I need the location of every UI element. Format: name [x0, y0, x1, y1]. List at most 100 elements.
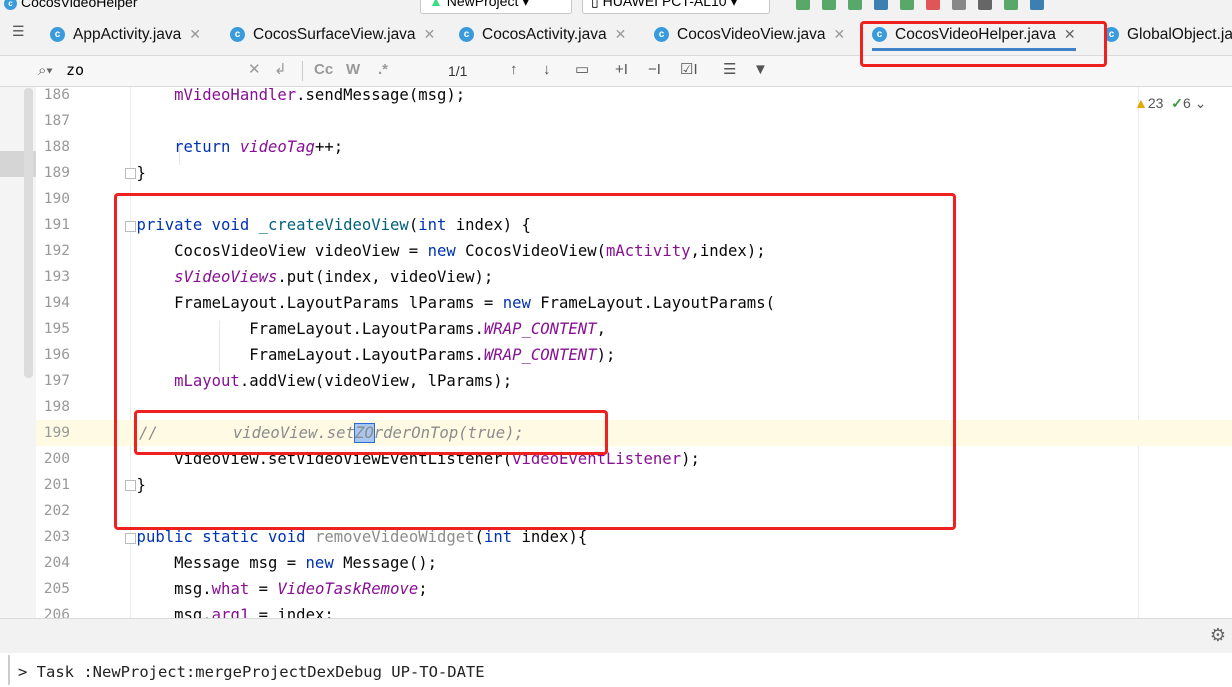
code-line-204: 204 Message msg = new Message(); — [36, 550, 1232, 576]
new-line-icon[interactable]: ↲ — [274, 61, 287, 79]
sdk-manager-icon[interactable] — [1004, 0, 1018, 10]
tab-appactivity[interactable]: c AppActivity.java ✕ — [50, 14, 201, 55]
tab-cocossurfaceview[interactable]: c CocosSurfaceView.java ✕ — [230, 14, 435, 55]
match-case-button[interactable]: Cc — [314, 61, 333, 79]
line-number: 187 — [43, 113, 70, 129]
code-line-205: 205 msg.what = VideoTaskRemove; — [36, 576, 1232, 602]
warning-count: 23 — [1147, 95, 1164, 111]
line-number: 196 — [43, 347, 70, 363]
check-icon: ✓ — [1171, 95, 1183, 111]
line-number: 203 — [43, 529, 70, 545]
code-line-189: 189 } — [36, 160, 1232, 186]
line-number: 194 — [43, 295, 70, 311]
title-bar: c CocosVideoHelper ▲ NewProject ▾ ▯ HUAWE… — [0, 0, 1232, 14]
rerun-icon[interactable] — [796, 0, 810, 10]
window-title-text: CocosVideoHelper — [21, 0, 138, 10]
code-line-188: 188 return videoTag++; — [36, 134, 1232, 160]
project-scrollbar[interactable] — [24, 88, 33, 378]
code-text: msg.what = VideoTaskRemove; — [99, 580, 428, 598]
add-occurrence-icon[interactable]: +I — [615, 61, 628, 79]
window-title: c CocosVideoHelper — [4, 0, 137, 10]
tab-label: CocosVideoView.java — [677, 25, 826, 43]
annotation-box-active-tab — [860, 21, 1107, 67]
class-icon: c — [230, 27, 245, 42]
annotation-box-commented-line — [134, 410, 608, 455]
in-selection-icon[interactable]: ▭ — [575, 61, 589, 79]
close-icon[interactable]: ✕ — [834, 26, 846, 43]
select-all-occurrences-icon[interactable]: ☑I — [680, 61, 698, 79]
match-count: 1/1 — [448, 63, 468, 79]
build-output-panel: ⚙ > Task :NewProject:mergeProjectDexDebu… — [0, 618, 1232, 687]
debug-icon[interactable] — [874, 0, 888, 10]
regex-button[interactable]: .* — [378, 61, 388, 79]
annotation-box-method — [114, 193, 956, 530]
line-number: 206 — [43, 607, 70, 618]
tabs-menu-icon[interactable]: ☰ — [12, 24, 26, 38]
line-number: 193 — [43, 269, 70, 285]
console-gutter — [8, 655, 10, 685]
tab-label: CocosSurfaceView.java — [253, 25, 416, 43]
line-number: 201 — [43, 477, 70, 493]
code-text: mVideoHandler.sendMessage(msg); — [99, 87, 466, 104]
close-icon[interactable]: ✕ — [424, 26, 436, 43]
weak-warning-count: 6 — [1182, 95, 1191, 111]
next-occurrence-icon[interactable]: ↓ — [543, 61, 551, 79]
tab-globalobject[interactable]: cGlobalObject.java — [1104, 14, 1232, 55]
inspection-widget[interactable]: ▲23 ✓6 ⌄ — [1134, 95, 1206, 112]
chevron-down-icon: ⌄ — [1194, 95, 1207, 111]
previous-occurrence-icon[interactable]: ↑ — [510, 61, 518, 79]
divider — [302, 61, 303, 81]
search-input[interactable] — [66, 59, 244, 81]
tab-label: AppActivity.java — [73, 25, 182, 43]
line-number: 197 — [43, 373, 70, 389]
layout-inspector-icon[interactable] — [1030, 0, 1044, 10]
gear-icon[interactable]: ⚙ — [1210, 625, 1226, 646]
line-number: 205 — [43, 581, 70, 597]
fold-marker-icon[interactable] — [125, 533, 136, 544]
console-output-line: > Task :NewProject:mergeProjectDexDebug … — [18, 663, 485, 681]
remove-occurrence-icon[interactable]: −I — [648, 61, 661, 79]
tab-cocosactivity[interactable]: c CocosActivity.java ✕ — [459, 14, 626, 55]
search-icon[interactable]: ⌕▾ — [38, 62, 53, 79]
tab-label: CocosActivity.java — [482, 25, 607, 43]
warning-icon: ▲ — [1134, 95, 1148, 111]
line-number: 200 — [43, 451, 70, 467]
code-text: Message msg = new Message(); — [99, 554, 437, 572]
class-icon: c — [654, 27, 669, 42]
line-number: 190 — [43, 191, 70, 207]
line-number: 188 — [43, 139, 70, 155]
close-icon[interactable]: ✕ — [189, 26, 201, 43]
fold-marker-icon[interactable] — [125, 168, 136, 179]
line-number: 186 — [43, 87, 70, 103]
android-icon: ▲ — [429, 0, 447, 9]
run-config-label: NewProject — [446, 0, 519, 9]
class-icon: c — [459, 27, 474, 42]
code-text: msg.arg1 = index; — [99, 606, 334, 618]
device-selector[interactable]: ▯ HUAWEI PCT-AL10 ▾ — [582, 0, 770, 14]
avd-manager-icon[interactable] — [978, 0, 992, 10]
line-number: 198 — [43, 399, 70, 415]
sync-icon[interactable] — [952, 0, 966, 10]
line-number: 195 — [43, 321, 70, 337]
apply-code-changes-icon[interactable] — [848, 0, 862, 10]
run-config-selector[interactable]: ▲ NewProject ▾ — [420, 0, 572, 14]
attach-debugger-icon[interactable] — [900, 0, 914, 10]
clear-icon[interactable]: ✕ — [248, 61, 261, 79]
line-number: 192 — [43, 243, 70, 259]
toolbar-icons — [796, 0, 1044, 10]
tab-cocosvideoview[interactable]: c CocosVideoView.java ✕ — [654, 14, 845, 55]
filter-options-icon[interactable]: ☰ — [723, 61, 736, 79]
panel-header: ⚙ — [0, 619, 1232, 653]
device-label: HUAWEI PCT-AL10 — [602, 0, 727, 9]
line-number: 199 — [43, 425, 70, 441]
apply-changes-icon[interactable] — [822, 0, 836, 10]
line-number: 189 — [43, 165, 70, 181]
stop-icon[interactable] — [926, 0, 940, 10]
whole-words-button[interactable]: W — [346, 61, 360, 79]
code-line-186: 186 mVideoHandler.sendMessage(msg); — [36, 87, 1232, 108]
close-icon[interactable]: ✕ — [615, 26, 627, 43]
line-number: 191 — [43, 217, 70, 233]
code-line-187: 187 — [36, 108, 1232, 134]
device-icon: ▯ — [591, 0, 603, 9]
filter-icon[interactable]: ▼ — [753, 61, 768, 79]
